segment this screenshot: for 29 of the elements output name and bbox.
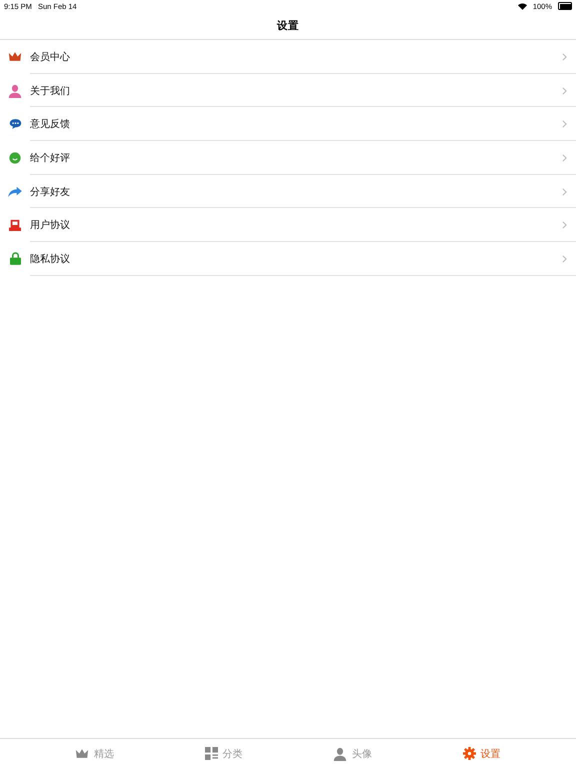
settings-row[interactable]: 会员中心 [0, 40, 576, 74]
settings-row[interactable]: 隐私协议 [0, 242, 576, 276]
chevron-icon [562, 86, 567, 95]
page-title: 设置 [277, 18, 299, 32]
settings-row[interactable]: 给个好评 [0, 141, 576, 175]
settings-row[interactable]: 用户协议 [0, 208, 576, 242]
chevron-icon [562, 188, 567, 196]
settings-icon [462, 747, 476, 760]
person-icon [8, 84, 22, 98]
crown-icon [8, 51, 22, 62]
tab[interactable]: 设置 [417, 739, 546, 768]
grid-icon [204, 747, 218, 760]
chevron-icon [562, 221, 567, 230]
share-icon [8, 186, 22, 198]
smiley-icon [9, 152, 21, 164]
person-icon [333, 746, 347, 760]
chevron-icon [562, 120, 567, 128]
crown-icon [75, 748, 89, 759]
chat-icon [8, 118, 22, 130]
settings-row[interactable]: 关于我们 [0, 74, 576, 108]
battery-icon [558, 2, 572, 10]
wifi-icon [518, 2, 527, 10]
book-icon [9, 219, 21, 232]
chevron-icon [562, 154, 567, 162]
settings-row[interactable]: 意见反馈 [0, 107, 576, 142]
settings-row[interactable]: 分享好友 [0, 174, 576, 208]
chevron-icon [562, 52, 567, 61]
chevron-icon [562, 254, 567, 263]
lock-icon [10, 252, 20, 266]
